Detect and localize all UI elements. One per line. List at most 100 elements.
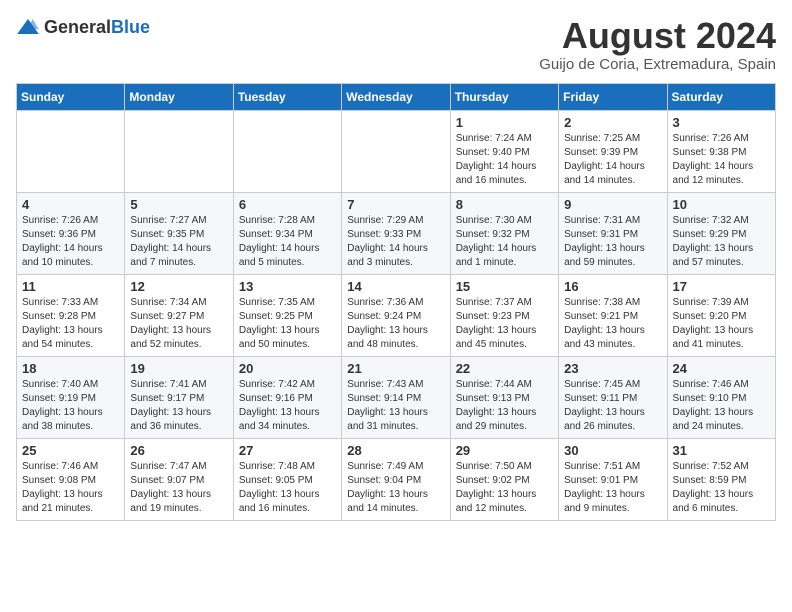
cell-info: Sunrise: 7:36 AM Sunset: 9:24 PM Dayligh… [347,296,444,352]
cell-info: Sunrise: 7:33 AM Sunset: 9:28 PM Dayligh… [22,296,119,352]
cell-info: Sunrise: 7:42 AM Sunset: 9:16 PM Dayligh… [239,378,336,434]
column-header-thursday: Thursday [450,83,558,110]
day-number: 8 [456,197,553,212]
calendar-cell: 2 Sunrise: 7:25 AM Sunset: 9:39 PM Daylig… [559,110,667,192]
cell-info: Sunrise: 7:52 AM Sunset: 8:59 PM Dayligh… [673,460,770,516]
logo: GeneralBlue [16,16,150,40]
cell-info: Sunrise: 7:28 AM Sunset: 9:34 PM Dayligh… [239,214,336,270]
cell-info: Sunrise: 7:51 AM Sunset: 9:01 PM Dayligh… [564,460,661,516]
cell-info: Sunrise: 7:50 AM Sunset: 9:02 PM Dayligh… [456,460,553,516]
cell-info: Sunrise: 7:37 AM Sunset: 9:23 PM Dayligh… [456,296,553,352]
logo-general-text: GeneralBlue [44,18,150,38]
cell-info: Sunrise: 7:32 AM Sunset: 9:29 PM Dayligh… [673,214,770,270]
cell-info: Sunrise: 7:26 AM Sunset: 9:36 PM Dayligh… [22,214,119,270]
calendar-cell: 8 Sunrise: 7:30 AM Sunset: 9:32 PM Daylig… [450,192,558,274]
cell-info: Sunrise: 7:40 AM Sunset: 9:19 PM Dayligh… [22,378,119,434]
day-number: 25 [22,443,119,458]
cell-info: Sunrise: 7:30 AM Sunset: 9:32 PM Dayligh… [456,214,553,270]
column-header-sunday: Sunday [17,83,125,110]
day-number: 19 [130,361,227,376]
day-number: 31 [673,443,770,458]
day-number: 17 [673,279,770,294]
column-header-saturday: Saturday [667,83,775,110]
calendar-cell: 22Sunrise: 7:44 AM Sunset: 9:13 PM Dayli… [450,356,558,438]
cell-info: Sunrise: 7:35 AM Sunset: 9:25 PM Dayligh… [239,296,336,352]
cell-info: Sunrise: 7:41 AM Sunset: 9:17 PM Dayligh… [130,378,227,434]
day-number: 18 [22,361,119,376]
cell-info: Sunrise: 7:31 AM Sunset: 9:31 PM Dayligh… [564,214,661,270]
day-number: 3 [673,115,770,130]
calendar-week-row: 25 Sunrise: 7:46 AM Sunset: 9:08 PM Dayli… [17,438,776,520]
calendar-cell: 26 Sunrise: 7:47 AM Sunset: 9:07 PM Dayli… [125,438,233,520]
day-number: 13 [239,279,336,294]
day-number: 23 [564,361,661,376]
cell-info: Sunrise: 7:29 AM Sunset: 9:33 PM Dayligh… [347,214,444,270]
calendar-cell: 18 Sunrise: 7:40 AM Sunset: 9:19 PM Dayli… [17,356,125,438]
calendar-cell: 23 Sunrise: 7:45 AM Sunset: 9:11 PM Dayli… [559,356,667,438]
calendar-cell: 29 Sunrise: 7:50 AM Sunset: 9:02 PM Dayli… [450,438,558,520]
month-title: August 2024 [539,16,776,56]
calendar-cell: 27 Sunrise: 7:48 AM Sunset: 9:05 PM Dayli… [233,438,341,520]
calendar-cell: 15 Sunrise: 7:37 AM Sunset: 9:23 PM Dayli… [450,274,558,356]
day-number: 6 [239,197,336,212]
day-number: 26 [130,443,227,458]
calendar-cell: 14 Sunrise: 7:36 AM Sunset: 9:24 PM Dayli… [342,274,450,356]
calendar-cell: 7 Sunrise: 7:29 AM Sunset: 9:33 PM Daylig… [342,192,450,274]
cell-info: Sunrise: 7:43 AM Sunset: 9:14 PM Dayligh… [347,378,444,434]
cell-info: Sunrise: 7:44 AM Sunset: 9:13 PM Dayligh… [456,378,553,434]
day-number: 16 [564,279,661,294]
calendar-cell: 21Sunrise: 7:43 AM Sunset: 9:14 PM Dayli… [342,356,450,438]
calendar-cell: 9 Sunrise: 7:31 AM Sunset: 9:31 PM Daylig… [559,192,667,274]
calendar-cell: 16 Sunrise: 7:38 AM Sunset: 9:21 PM Dayli… [559,274,667,356]
title-area: August 2024 Guijo de Coria, Extremadura,… [539,16,776,73]
day-number: 7 [347,197,444,212]
day-number: 12 [130,279,227,294]
calendar-week-row: 11 Sunrise: 7:33 AM Sunset: 9:28 PM Dayli… [17,274,776,356]
day-number: 24 [673,361,770,376]
column-header-tuesday: Tuesday [233,83,341,110]
column-header-friday: Friday [559,83,667,110]
calendar-cell [125,110,233,192]
day-number: 4 [22,197,119,212]
column-header-wednesday: Wednesday [342,83,450,110]
calendar-cell: 20Sunrise: 7:42 AM Sunset: 9:16 PM Dayli… [233,356,341,438]
calendar-cell: 17 Sunrise: 7:39 AM Sunset: 9:20 PM Dayli… [667,274,775,356]
column-header-monday: Monday [125,83,233,110]
day-number: 29 [456,443,553,458]
cell-info: Sunrise: 7:25 AM Sunset: 9:39 PM Dayligh… [564,132,661,188]
day-number: 14 [347,279,444,294]
calendar-cell: 1Sunrise: 7:24 AM Sunset: 9:40 PM Daylig… [450,110,558,192]
day-number: 9 [564,197,661,212]
calendar-cell: 13 Sunrise: 7:35 AM Sunset: 9:25 PM Dayli… [233,274,341,356]
location-title: Guijo de Coria, Extremadura, Spain [539,56,776,73]
day-number: 15 [456,279,553,294]
calendar-week-row: 18 Sunrise: 7:40 AM Sunset: 9:19 PM Dayli… [17,356,776,438]
calendar-cell [342,110,450,192]
day-number: 2 [564,115,661,130]
day-number: 28 [347,443,444,458]
calendar-cell: 28Sunrise: 7:49 AM Sunset: 9:04 PM Dayli… [342,438,450,520]
day-number: 11 [22,279,119,294]
cell-info: Sunrise: 7:47 AM Sunset: 9:07 PM Dayligh… [130,460,227,516]
cell-info: Sunrise: 7:38 AM Sunset: 9:21 PM Dayligh… [564,296,661,352]
cell-info: Sunrise: 7:46 AM Sunset: 9:08 PM Dayligh… [22,460,119,516]
calendar-cell: 4 Sunrise: 7:26 AM Sunset: 9:36 PM Daylig… [17,192,125,274]
calendar-header-row: SundayMondayTuesdayWednesdayThursdayFrid… [17,83,776,110]
calendar-cell: 19 Sunrise: 7:41 AM Sunset: 9:17 PM Dayli… [125,356,233,438]
calendar-cell: 5Sunrise: 7:27 AM Sunset: 9:35 PM Daylig… [125,192,233,274]
cell-info: Sunrise: 7:34 AM Sunset: 9:27 PM Dayligh… [130,296,227,352]
day-number: 10 [673,197,770,212]
day-number: 30 [564,443,661,458]
cell-info: Sunrise: 7:46 AM Sunset: 9:10 PM Dayligh… [673,378,770,434]
calendar-week-row: 1Sunrise: 7:24 AM Sunset: 9:40 PM Daylig… [17,110,776,192]
logo-icon [16,16,40,40]
calendar-cell: 6 Sunrise: 7:28 AM Sunset: 9:34 PM Daylig… [233,192,341,274]
cell-info: Sunrise: 7:27 AM Sunset: 9:35 PM Dayligh… [130,214,227,270]
calendar-cell: 25 Sunrise: 7:46 AM Sunset: 9:08 PM Dayli… [17,438,125,520]
day-number: 27 [239,443,336,458]
cell-info: Sunrise: 7:45 AM Sunset: 9:11 PM Dayligh… [564,378,661,434]
calendar-cell: 30 Sunrise: 7:51 AM Sunset: 9:01 PM Dayli… [559,438,667,520]
cell-info: Sunrise: 7:39 AM Sunset: 9:20 PM Dayligh… [673,296,770,352]
day-number: 1 [456,115,553,130]
cell-info: Sunrise: 7:48 AM Sunset: 9:05 PM Dayligh… [239,460,336,516]
